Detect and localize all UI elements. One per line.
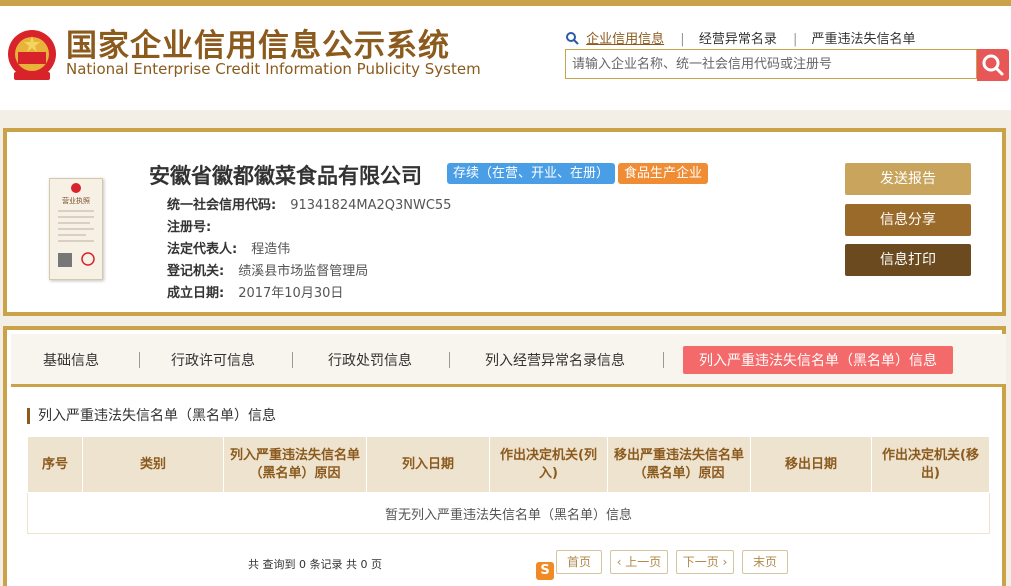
- company-name: 安徽省徽都徽菜食品有限公司: [149, 164, 422, 188]
- table-row: 暂无列入严重违法失信名单（黑名单）信息: [27, 492, 990, 534]
- legal-representative-row: 法定代表人: 程造伟: [167, 238, 290, 257]
- site-header: 国家企业信用信息公示系统 National Enterprise Credit …: [0, 6, 1011, 110]
- next-page-button[interactable]: 下一页 ›: [676, 550, 734, 574]
- col-header-include-date: 列入日期: [366, 436, 490, 493]
- tab-blacklist[interactable]: 列入严重违法失信名单（黑名单）信息: [683, 346, 953, 374]
- established-date-row: 成立日期: 2017年10月30日: [167, 282, 343, 301]
- national-emblem-icon: [8, 30, 56, 80]
- col-header-category: 类别: [82, 436, 224, 493]
- credit-code-row: 统一社会信用代码: 91341824MA2Q3NWC55: [167, 194, 451, 213]
- registration-authority-value: 绩溪县市场监督管理局: [238, 264, 369, 279]
- search-box: [565, 49, 978, 79]
- field-label: 法定代表人:: [167, 242, 238, 257]
- tab-divider: [449, 352, 450, 368]
- prev-page-button[interactable]: ‹ 上一页: [610, 550, 668, 574]
- table-header-row: 序号 类别 列入严重违法失信名单（黑名单）原因 列入日期 作出决定机关(列入) …: [27, 436, 990, 493]
- col-header-remove-date: 移出日期: [750, 436, 872, 493]
- first-page-button[interactable]: 首页: [556, 550, 602, 574]
- search-icon: [566, 32, 582, 49]
- tab-divider: [663, 352, 664, 368]
- enterprise-type-badge: 食品生产企业: [618, 163, 709, 184]
- section-title: 列入严重违法失信名单（黑名单）信息: [27, 408, 276, 424]
- credit-code-value: 91341824MA2Q3NWC55: [290, 198, 452, 213]
- business-license-image[interactable]: 营业执照: [49, 178, 103, 280]
- site-title-cn: 国家企业信用信息公示系统: [66, 28, 450, 64]
- tab-separator: |: [680, 32, 685, 47]
- search-scope-tabs: 企业信用信息 | 经营异常名录 | 严重违法失信名单: [566, 28, 918, 48]
- search-icon: [982, 54, 1004, 76]
- print-info-button[interactable]: 信息打印: [845, 244, 971, 276]
- col-header-include-reason: 列入严重违法失信名单（黑名单）原因: [223, 436, 367, 493]
- blacklist-table: 序号 类别 列入严重违法失信名单（黑名单）原因 列入日期 作出决定机关(列入) …: [27, 436, 990, 534]
- status-badge: 存续（在营、开业、在册）: [447, 163, 616, 184]
- tab-serious-violation[interactable]: 严重违法失信名单: [812, 28, 916, 47]
- last-page-button[interactable]: 末页: [742, 550, 788, 574]
- col-header-remove-reason: 移出严重违法失信名单（黑名单）原因: [607, 436, 751, 493]
- detail-panel: 基础信息 行政许可信息 行政处罚信息 列入经营异常名录信息 列入严重违法失信名单…: [3, 326, 1006, 586]
- tab-divider: [292, 352, 293, 368]
- col-header-include-authority: 作出决定机关(列入): [489, 436, 608, 493]
- col-header-remove-authority: 作出决定机关(移出): [871, 436, 990, 493]
- business-license-icon: 营业执照: [58, 183, 95, 267]
- col-header-index: 序号: [27, 436, 83, 493]
- tab-separator: |: [792, 32, 798, 47]
- pager-summary: 共 查询到 0 条记录 共 0 页: [248, 558, 382, 571]
- site-title-en: National Enterprise Credit Information P…: [66, 60, 481, 78]
- established-date-value: 2017年10月30日: [238, 286, 344, 301]
- search-button[interactable]: [977, 49, 1009, 81]
- registration-authority-row: 登记机关: 绩溪县市场监督管理局: [167, 260, 368, 279]
- search-input[interactable]: [566, 50, 978, 78]
- field-label: 登记机关:: [167, 264, 225, 279]
- field-label: 成立日期:: [167, 286, 225, 301]
- info-tabs: 基础信息 行政许可信息 行政处罚信息 列入经营异常名录信息 列入严重违法失信名单…: [11, 334, 1006, 387]
- empty-table-message: 暂无列入严重违法失信名单（黑名单）信息: [27, 492, 990, 534]
- tab-admin-license[interactable]: 行政许可信息: [171, 350, 255, 370]
- share-info-button[interactable]: 信息分享: [845, 204, 971, 236]
- tab-divider: [139, 352, 140, 368]
- tab-abnormal-list[interactable]: 列入经营异常名录信息: [485, 350, 625, 370]
- field-label: 统一社会信用代码:: [167, 198, 277, 213]
- ime-toolbar-icon[interactable]: S: [536, 562, 554, 580]
- field-label: 注册号:: [167, 220, 212, 235]
- tab-basic-info[interactable]: 基础信息: [43, 350, 99, 370]
- send-report-button[interactable]: 发送报告: [845, 163, 971, 195]
- license-heading: 营业执照: [62, 196, 90, 205]
- tab-abnormal-operation[interactable]: 经营异常名录: [699, 28, 777, 47]
- tab-admin-penalty[interactable]: 行政处罚信息: [328, 350, 412, 370]
- tab-enterprise-credit[interactable]: 企业信用信息: [586, 28, 664, 47]
- legal-representative-value: 程造伟: [251, 242, 291, 257]
- company-summary-card: 营业执照 安徽省徽都徽菜食品有限公司 存续（在营、开业、在册） 食品生产企业 统…: [3, 128, 1006, 316]
- registration-number-row: 注册号:: [167, 216, 225, 235]
